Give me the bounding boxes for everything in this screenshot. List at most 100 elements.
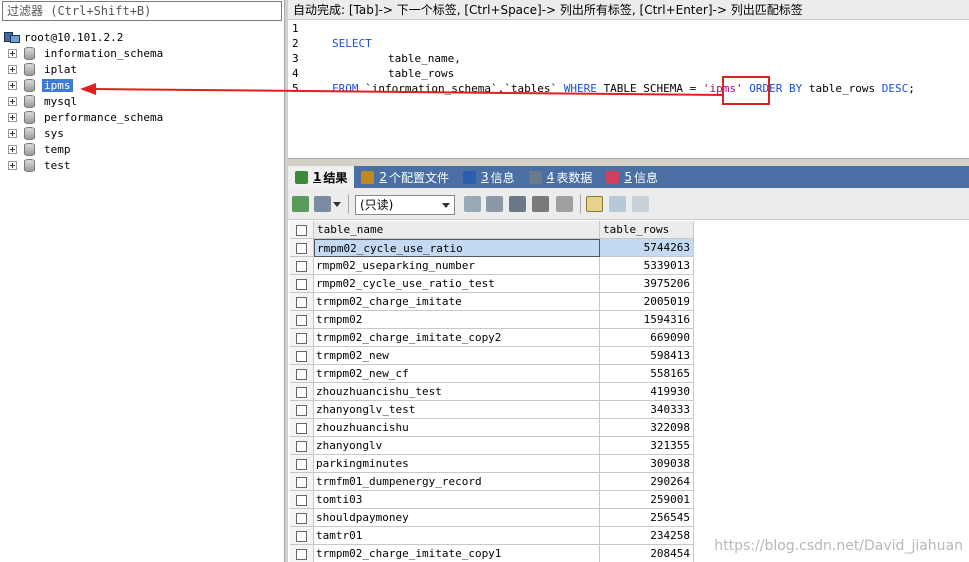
- export-icon[interactable]: [292, 196, 309, 212]
- row-checkbox[interactable]: [290, 347, 314, 365]
- tree-item-db[interactable]: iplat: [8, 61, 79, 77]
- table-row[interactable]: tamtr01 234258: [290, 527, 694, 545]
- delete-icon[interactable]: [532, 196, 549, 212]
- row-checkbox[interactable]: [290, 257, 314, 275]
- mode-select[interactable]: (只读): [355, 195, 455, 215]
- row-checkbox[interactable]: [290, 311, 314, 329]
- expand-icon[interactable]: [8, 144, 17, 154]
- cell-table-rows[interactable]: 598413: [600, 347, 694, 365]
- expand-icon[interactable]: [8, 80, 17, 90]
- tree-item-db[interactable]: temp: [8, 141, 73, 157]
- connection-root[interactable]: root@10.101.2.2: [4, 30, 123, 44]
- cell-table-name[interactable]: zhanyonglv: [314, 437, 600, 455]
- cancel-icon[interactable]: [556, 196, 573, 212]
- insert-row-icon[interactable]: [464, 196, 481, 212]
- table-row[interactable]: rmpm02_cycle_use_ratio 5744263: [290, 239, 694, 257]
- cell-table-rows[interactable]: 2005019: [600, 293, 694, 311]
- table-row[interactable]: rmpm02_useparking_number 5339013: [290, 257, 694, 275]
- cell-table-rows[interactable]: 256545: [600, 509, 694, 527]
- table-row[interactable]: trmpm02_new_cf 558165: [290, 365, 694, 383]
- tree-item-db[interactable]: ipms: [8, 77, 73, 93]
- table-row[interactable]: trmpm02_charge_imitate 2005019: [290, 293, 694, 311]
- text-view-icon[interactable]: [632, 196, 649, 212]
- cell-table-rows[interactable]: 3975206: [600, 275, 694, 293]
- tree-item-db[interactable]: sys: [8, 125, 66, 141]
- cell-table-name[interactable]: trmpm02_charge_imitate_copy1: [314, 545, 600, 562]
- row-checkbox[interactable]: [290, 383, 314, 401]
- cell-table-rows[interactable]: 669090: [600, 329, 694, 347]
- expand-icon[interactable]: [8, 128, 17, 138]
- table-row[interactable]: tomti03 259001: [290, 491, 694, 509]
- table-row[interactable]: trmpm02_new 598413: [290, 347, 694, 365]
- column-header-table-name[interactable]: table_name: [314, 221, 600, 239]
- table-row[interactable]: shouldpaymoney 256545: [290, 509, 694, 527]
- save-icon[interactable]: [509, 196, 526, 212]
- table-row[interactable]: rmpm02_cycle_use_ratio_test 3975206: [290, 275, 694, 293]
- table-row[interactable]: trmpm02 1594316: [290, 311, 694, 329]
- cell-table-name[interactable]: rmpm02_cycle_use_ratio_test: [314, 275, 600, 293]
- cell-table-rows[interactable]: 290264: [600, 473, 694, 491]
- select-all-checkbox[interactable]: [290, 221, 314, 239]
- cell-table-rows[interactable]: 5339013: [600, 257, 694, 275]
- cell-table-name[interactable]: zhanyonglv_test: [314, 401, 600, 419]
- cell-table-name[interactable]: tomti03: [314, 491, 600, 509]
- row-checkbox[interactable]: [290, 455, 314, 473]
- tab-result-1[interactable]: 1 结果: [288, 166, 355, 188]
- cell-table-rows[interactable]: 309038: [600, 455, 694, 473]
- sql-editor[interactable]: 自动完成: [Tab]-> 下一个标签, [Ctrl+Space]-> 列出所有…: [288, 0, 969, 158]
- row-checkbox[interactable]: [290, 239, 314, 257]
- filter-input[interactable]: 过滤器 (Ctrl+Shift+B): [2, 1, 282, 21]
- tree-item-db[interactable]: test: [8, 157, 73, 173]
- row-checkbox[interactable]: [290, 401, 314, 419]
- table-row[interactable]: zhanyonglv_test 340333: [290, 401, 694, 419]
- cell-table-rows[interactable]: 5744263: [600, 239, 694, 257]
- splitter-horizontal[interactable]: [288, 158, 969, 166]
- tree-item-db[interactable]: performance_schema: [8, 109, 165, 125]
- cell-table-rows[interactable]: 234258: [600, 527, 694, 545]
- expand-icon[interactable]: [8, 160, 17, 170]
- row-checkbox[interactable]: [290, 293, 314, 311]
- cell-table-name[interactable]: rmpm02_cycle_use_ratio: [314, 239, 600, 257]
- tab-result-5[interactable]: 5 信息: [599, 166, 665, 188]
- cell-table-rows[interactable]: 340333: [600, 401, 694, 419]
- row-checkbox[interactable]: [290, 419, 314, 437]
- table-row[interactable]: trmpm02_charge_imitate_copy2 669090: [290, 329, 694, 347]
- table-row[interactable]: zhanyonglv 321355: [290, 437, 694, 455]
- cell-table-name[interactable]: parkingminutes: [314, 455, 600, 473]
- cell-table-rows[interactable]: 419930: [600, 383, 694, 401]
- cell-table-name[interactable]: zhouzhuancishu_test: [314, 383, 600, 401]
- cell-table-name[interactable]: zhouzhuancishu: [314, 419, 600, 437]
- table-row[interactable]: trmfm01_dumpenergy_record 290264: [290, 473, 694, 491]
- row-checkbox[interactable]: [290, 473, 314, 491]
- copy-icon[interactable]: [314, 196, 331, 212]
- expand-icon[interactable]: [8, 112, 17, 122]
- cell-table-name[interactable]: tamtr01: [314, 527, 600, 545]
- row-checkbox[interactable]: [290, 509, 314, 527]
- tab-result-2[interactable]: 2 个配置文件: [354, 166, 456, 188]
- duplicate-row-icon[interactable]: [486, 196, 503, 212]
- cell-table-name[interactable]: trmpm02_charge_imitate_copy2: [314, 329, 600, 347]
- cell-table-rows[interactable]: 322098: [600, 419, 694, 437]
- table-row[interactable]: zhouzhuancishu 322098: [290, 419, 694, 437]
- cell-table-rows[interactable]: 208454: [600, 545, 694, 562]
- row-checkbox[interactable]: [290, 545, 314, 562]
- cell-table-rows[interactable]: 558165: [600, 365, 694, 383]
- cell-table-name[interactable]: trmpm02_charge_imitate: [314, 293, 600, 311]
- cell-table-name[interactable]: shouldpaymoney: [314, 509, 600, 527]
- tab-result-3[interactable]: 3 信息: [456, 166, 522, 188]
- row-checkbox[interactable]: [290, 329, 314, 347]
- expand-icon[interactable]: [8, 64, 17, 74]
- row-checkbox[interactable]: [290, 491, 314, 509]
- tab-result-4[interactable]: 4 表数据: [522, 166, 600, 188]
- grid-view-icon[interactable]: [586, 196, 603, 212]
- cell-table-name[interactable]: trmpm02: [314, 311, 600, 329]
- cell-table-rows[interactable]: 321355: [600, 437, 694, 455]
- cell-table-rows[interactable]: 259001: [600, 491, 694, 509]
- cell-table-rows[interactable]: 1594316: [600, 311, 694, 329]
- cell-table-name[interactable]: trmpm02_new_cf: [314, 365, 600, 383]
- row-checkbox[interactable]: [290, 437, 314, 455]
- cell-table-name[interactable]: trmpm02_new: [314, 347, 600, 365]
- expand-icon[interactable]: [8, 96, 17, 106]
- row-checkbox[interactable]: [290, 365, 314, 383]
- row-checkbox[interactable]: [290, 275, 314, 293]
